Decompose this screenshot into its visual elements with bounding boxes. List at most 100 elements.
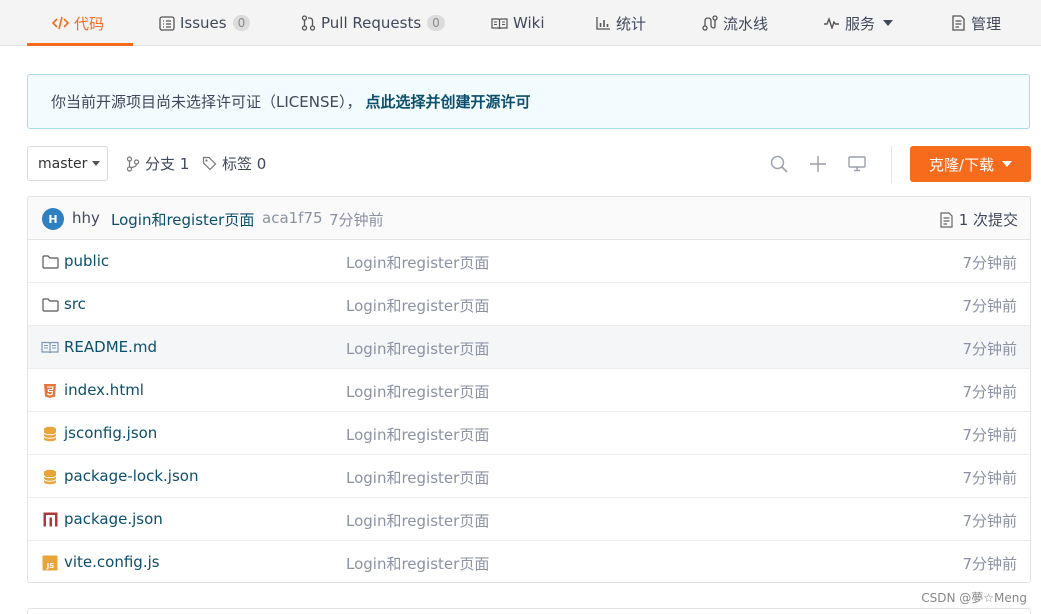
file-name[interactable]: jsconfig.json	[64, 424, 157, 442]
html5-icon	[41, 382, 59, 399]
file-commit-time: 7分钟前	[962, 297, 1017, 315]
tab-wiki[interactable]: Wiki	[491, 0, 545, 46]
latest-commit-bar: H hhy Login和register页面 aca1f75 7分钟前 1 次提…	[28, 197, 1030, 240]
readme-panel-edge	[27, 608, 1031, 614]
file-name[interactable]: README.md	[64, 338, 157, 356]
commit-hash[interactable]: aca1f75	[262, 209, 323, 227]
file-commit-message[interactable]: Login和register页面	[346, 510, 489, 531]
manage-icon	[951, 15, 966, 31]
commit-message[interactable]: Login和register页面	[111, 209, 254, 230]
web-ide-icon[interactable]	[847, 154, 867, 174]
file-row-vite-config-js[interactable]: JS vite.config.js Login和register页面 7分钟前	[28, 541, 1030, 582]
tag-icon	[202, 156, 217, 171]
json-database-icon	[41, 468, 59, 485]
json-database-icon	[41, 425, 59, 442]
tab-manage-label: 管理	[971, 14, 1002, 33]
file-name[interactable]: public	[64, 252, 109, 270]
active-tab-indicator	[27, 43, 133, 46]
file-row-public[interactable]: public Login和register页面 7分钟前	[28, 240, 1030, 283]
file-commit-time: 7分钟前	[962, 254, 1017, 272]
pull-requests-count-badge: 0	[427, 15, 445, 31]
tab-stats[interactable]: 统计	[596, 0, 646, 46]
tab-pull-requests[interactable]: Pull Requests 0	[301, 0, 445, 46]
file-row-index-html[interactable]: index.html Login和register页面 7分钟前	[28, 369, 1030, 412]
issues-count-badge: 0	[232, 15, 251, 31]
watermark-text: CSDN @夢☆Meng	[921, 591, 1027, 605]
file-commit-time: 7分钟前	[962, 469, 1017, 487]
code-icon	[52, 16, 69, 30]
pipeline-icon	[702, 15, 718, 31]
tab-services[interactable]: 服务	[823, 0, 894, 46]
tags-link[interactable]: 标签 0	[202, 146, 266, 181]
file-commit-message[interactable]: Login和register页面	[346, 381, 489, 402]
file-list: H hhy Login和register页面 aca1f75 7分钟前 1 次提…	[27, 196, 1031, 583]
create-license-link[interactable]: 点此选择并创建开源许可	[365, 91, 530, 112]
chevron-down-icon	[1002, 161, 1013, 167]
file-commit-message[interactable]: Login和register页面	[346, 338, 489, 359]
issues-icon	[159, 15, 175, 31]
file-name[interactable]: package-lock.json	[64, 467, 198, 485]
license-notice-text: 你当前开源项目尚未选择许可证（LICENSE），	[51, 93, 362, 111]
file-row-jsconfig-json[interactable]: jsconfig.json Login和register页面 7分钟前	[28, 412, 1030, 455]
search-icon[interactable]	[769, 154, 789, 174]
file-commit-time: 7分钟前	[962, 426, 1017, 444]
tab-pull-requests-label: Pull Requests	[321, 14, 422, 32]
commits-icon	[940, 211, 953, 228]
file-commit-message[interactable]: Login和register页面	[346, 295, 489, 316]
file-commit-message[interactable]: Login和register页面	[346, 252, 489, 273]
file-name[interactable]: vite.config.js	[64, 553, 160, 571]
npm-icon	[41, 511, 59, 528]
avatar[interactable]: H	[42, 208, 64, 230]
file-row-package-lock-json[interactable]: package-lock.json Login和register页面 7分钟前	[28, 455, 1030, 498]
branch-name: master	[38, 155, 88, 172]
bar-chart-icon	[596, 16, 611, 30]
chevron-down-icon	[883, 20, 894, 26]
readme-book-icon	[41, 339, 59, 356]
tab-code[interactable]: 代码	[52, 0, 104, 46]
tab-issues-label: Issues	[180, 14, 227, 32]
file-name[interactable]: src	[64, 295, 86, 313]
license-notice: 你当前开源项目尚未选择许可证（LICENSE）， 点此选择并创建开源许可	[27, 74, 1030, 129]
clone-download-label: 克隆/下载	[928, 155, 995, 174]
tab-issues[interactable]: Issues 0	[159, 0, 251, 46]
clone-download-button[interactable]: 克隆/下载	[910, 146, 1031, 182]
file-name[interactable]: index.html	[64, 381, 144, 399]
file-name[interactable]: package.json	[64, 510, 163, 528]
repo-tab-bar: 代码 Issues 0 Pull Requests 0 Wiki 统计 流水线	[0, 0, 1041, 46]
book-icon	[491, 17, 508, 30]
file-commit-time: 7分钟前	[962, 512, 1017, 530]
tab-pipeline[interactable]: 流水线	[702, 0, 768, 46]
svg-text:JS: JS	[46, 562, 55, 570]
commit-author[interactable]: hhy	[72, 209, 100, 227]
folder-icon	[41, 296, 59, 313]
tags-count-label: 标签 0	[222, 155, 267, 173]
toolbar-divider	[891, 146, 892, 183]
javascript-icon: JS	[41, 554, 59, 571]
tab-services-label: 服务	[845, 14, 876, 33]
tab-pipeline-label: 流水线	[723, 14, 769, 33]
file-commit-message[interactable]: Login和register页面	[346, 467, 489, 488]
add-file-icon[interactable]	[808, 154, 828, 174]
file-commit-time: 7分钟前	[962, 340, 1017, 358]
branches-count-label: 分支 1	[145, 155, 190, 173]
tab-wiki-label: Wiki	[513, 14, 545, 32]
file-row-package-json[interactable]: package.json Login和register页面 7分钟前	[28, 498, 1030, 541]
file-commit-message[interactable]: Login和register页面	[346, 424, 489, 445]
pull-request-icon	[301, 15, 316, 31]
chevron-down-icon	[92, 161, 101, 166]
file-commit-message[interactable]: Login和register页面	[346, 553, 489, 574]
file-commit-time: 7分钟前	[962, 383, 1017, 401]
file-row-readme[interactable]: README.md Login和register页面 7分钟前	[28, 326, 1030, 369]
tab-manage[interactable]: 管理	[951, 0, 1001, 46]
file-row-src[interactable]: src Login和register页面 7分钟前	[28, 283, 1030, 326]
commit-count-label: 1 次提交	[958, 211, 1018, 229]
commit-time: 7分钟前	[329, 211, 384, 229]
pulse-icon	[823, 17, 840, 29]
tab-code-label: 代码	[74, 14, 105, 33]
branches-link[interactable]: 分支 1	[126, 146, 189, 181]
commit-count-link[interactable]: 1 次提交	[940, 209, 1018, 230]
folder-icon	[41, 253, 59, 270]
branch-icon	[126, 155, 140, 172]
tab-stats-label: 统计	[616, 14, 647, 33]
branch-select[interactable]: master	[27, 146, 108, 181]
